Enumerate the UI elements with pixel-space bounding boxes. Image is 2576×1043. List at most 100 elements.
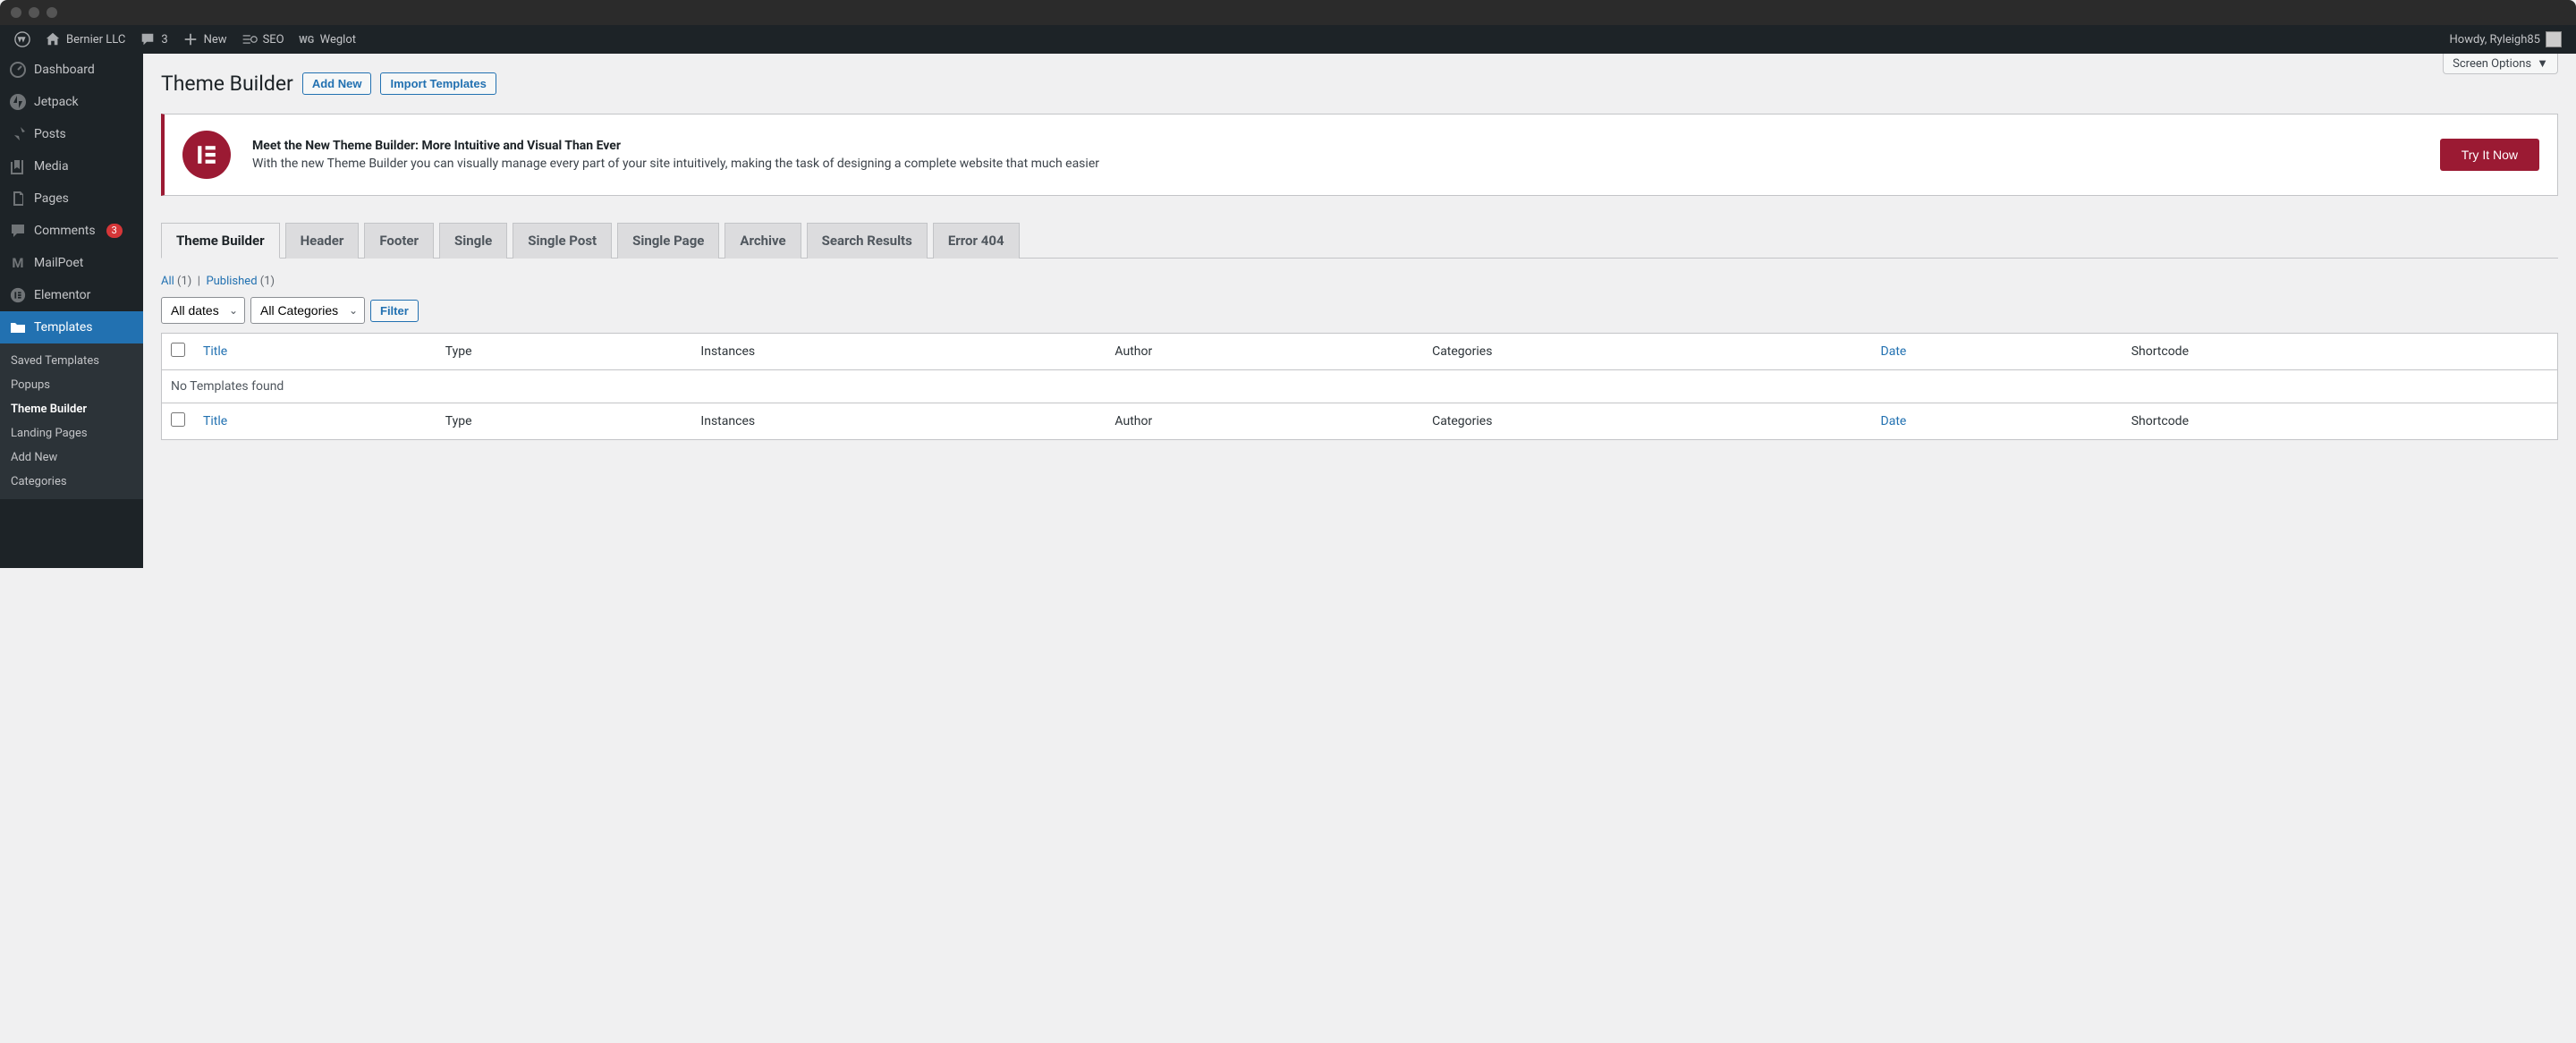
traffic-light-zoom[interactable]	[47, 7, 57, 18]
sidebar-item-elementor[interactable]: Elementor	[0, 279, 143, 311]
sidebar-item-pages[interactable]: Pages	[0, 182, 143, 215]
col-author: Author	[1106, 334, 1423, 370]
sidebar-item-mailpoet[interactable]: M MailPoet	[0, 247, 143, 279]
chevron-down-icon: ▼	[2537, 56, 2548, 71]
plus-icon	[182, 31, 199, 47]
wp-logo[interactable]	[7, 25, 38, 54]
comments-link[interactable]: 3	[132, 25, 174, 54]
pages-icon	[9, 190, 27, 208]
tab-theme-builder[interactable]: Theme Builder	[161, 223, 280, 259]
view-published-link[interactable]: Published	[206, 275, 257, 288]
empty-message: No Templates found	[162, 370, 2558, 403]
avatar	[2546, 31, 2562, 47]
screen-options-toggle[interactable]: Screen Options ▼	[2443, 54, 2558, 74]
col-categories: Categories	[1423, 403, 1871, 440]
select-all-checkbox[interactable]	[171, 343, 185, 357]
greeting-label: Howdy, Ryleigh85	[2450, 33, 2541, 47]
category-filter-select[interactable]: All Categories	[250, 297, 365, 324]
view-filters: All (1) | Published (1)	[161, 275, 2558, 288]
folder-icon	[9, 318, 27, 336]
filter-button[interactable]: Filter	[370, 300, 419, 322]
tab-search-results[interactable]: Search Results	[807, 223, 928, 259]
seo-icon	[242, 31, 258, 47]
media-icon	[9, 157, 27, 175]
template-type-tabs: Theme Builder Header Footer Single Singl…	[161, 223, 2558, 259]
sidebar-item-dashboard[interactable]: Dashboard	[0, 54, 143, 86]
new-label: New	[204, 33, 227, 47]
view-all-link[interactable]: All	[161, 275, 174, 288]
tab-archive[interactable]: Archive	[724, 223, 801, 259]
traffic-light-minimize[interactable]	[29, 7, 39, 18]
col-shortcode: Shortcode	[2123, 334, 2558, 370]
weglot-link[interactable]: WG Weglot	[292, 25, 363, 54]
col-author: Author	[1106, 403, 1423, 440]
mailpoet-icon: M	[9, 254, 27, 272]
notice-text: With the new Theme Builder you can visua…	[252, 157, 2419, 171]
submenu-popups[interactable]: Popups	[0, 373, 143, 397]
try-it-now-button[interactable]: Try It Now	[2440, 139, 2539, 171]
col-instances: Instances	[691, 334, 1106, 370]
seo-label: SEO	[263, 33, 284, 47]
date-filter-select[interactable]: All dates	[161, 297, 245, 324]
view-separator: |	[198, 275, 200, 288]
col-type: Type	[436, 334, 692, 370]
tab-single[interactable]: Single	[439, 223, 507, 259]
sidebar-item-jetpack[interactable]: Jetpack	[0, 86, 143, 118]
col-date[interactable]: Date	[1872, 403, 2123, 440]
sidebar-item-label: MailPoet	[34, 256, 83, 270]
col-type: Type	[436, 403, 692, 440]
comments-icon	[9, 222, 27, 240]
submenu-categories[interactable]: Categories	[0, 470, 143, 494]
view-published-count: (1)	[260, 275, 275, 288]
seo-link[interactable]: SEO	[234, 25, 292, 54]
select-all-checkbox-bottom[interactable]	[171, 412, 185, 427]
comment-icon	[140, 31, 156, 47]
tab-header[interactable]: Header	[285, 223, 360, 259]
screen-options-label: Screen Options	[2453, 57, 2531, 71]
col-instances: Instances	[691, 403, 1106, 440]
sidebar-item-comments[interactable]: Comments 3	[0, 215, 143, 247]
jetpack-icon	[9, 93, 27, 111]
site-name-link[interactable]: Bernier LLC	[38, 25, 132, 54]
tab-single-page[interactable]: Single Page	[617, 223, 719, 259]
view-all-count: (1)	[177, 275, 191, 288]
theme-builder-notice: Meet the New Theme Builder: More Intuiti…	[161, 114, 2558, 196]
sidebar-item-label: Posts	[34, 127, 66, 141]
dashboard-icon	[9, 61, 27, 79]
tab-footer[interactable]: Footer	[364, 223, 434, 259]
submenu-add-new[interactable]: Add New	[0, 445, 143, 470]
sidebar-item-label: Elementor	[34, 288, 90, 302]
elementor-logo-icon	[182, 131, 231, 179]
traffic-light-close[interactable]	[11, 7, 21, 18]
site-name-label: Bernier LLC	[66, 33, 125, 47]
wordpress-icon	[14, 31, 30, 47]
home-icon	[45, 31, 61, 47]
new-content-link[interactable]: New	[175, 25, 234, 54]
col-title[interactable]: Title	[194, 403, 436, 440]
tab-error-404[interactable]: Error 404	[933, 223, 1020, 259]
add-new-button[interactable]: Add New	[302, 72, 372, 95]
col-date[interactable]: Date	[1872, 334, 2123, 370]
tab-single-post[interactable]: Single Post	[513, 223, 612, 259]
sidebar-item-label: Jetpack	[34, 95, 79, 109]
account-link[interactable]: Howdy, Ryleigh85	[2443, 25, 2570, 54]
col-shortcode: Shortcode	[2123, 403, 2558, 440]
sidebar-item-label: Media	[34, 159, 69, 174]
submenu-saved-templates[interactable]: Saved Templates	[0, 349, 143, 373]
sidebar-item-templates[interactable]: Templates	[0, 311, 143, 343]
sidebar-item-posts[interactable]: Posts	[0, 118, 143, 150]
sidebar-item-media[interactable]: Media	[0, 150, 143, 182]
admin-bar: Bernier LLC 3 New SEO WG Weglot Howdy,	[0, 25, 2576, 54]
notice-title: Meet the New Theme Builder: More Intuiti…	[252, 139, 2419, 153]
sidebar-item-label: Dashboard	[34, 63, 95, 77]
templates-submenu: Saved Templates Popups Theme Builder Lan…	[0, 343, 143, 499]
admin-sidebar: Dashboard Jetpack Posts Media Pages Comm…	[0, 54, 143, 568]
pin-icon	[9, 125, 27, 143]
elementor-icon	[9, 286, 27, 304]
sidebar-item-label: Templates	[34, 320, 93, 335]
import-templates-button[interactable]: Import Templates	[380, 72, 496, 95]
submenu-theme-builder[interactable]: Theme Builder	[0, 397, 143, 421]
submenu-landing-pages[interactable]: Landing Pages	[0, 421, 143, 445]
col-categories: Categories	[1423, 334, 1871, 370]
col-title[interactable]: Title	[194, 334, 436, 370]
